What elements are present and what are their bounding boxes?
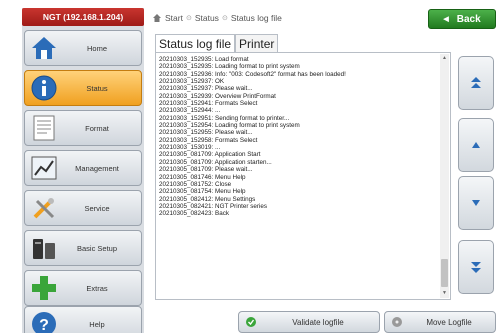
log-line: 20210303_152937: OK [159,78,225,86]
double-chevron-up-icon [471,77,481,88]
log-line: 20210303_152944: ... [159,107,221,115]
double-chevron-down-icon [471,262,481,273]
breadcrumb-separator-icon: ⊙ [185,15,192,22]
sidebar-item-label: Basic Setup [76,243,118,253]
sidebar-item-label: Help [89,319,105,329]
home-icon [32,37,56,59]
log-line: 20210303_152955: Please wait... [159,129,253,137]
sidebar-item-service[interactable]: Service [24,190,142,226]
log-line: 20210305_082421: NGT Printer series [159,202,268,210]
arrow-left-icon: ◀ [443,16,449,23]
breadcrumb: Start ⊙ Status ⊙ Status log file [152,9,285,27]
tab-printer[interactable]: Printer [235,34,279,53]
move-logfile-button[interactable]: Move Logfile [384,311,496,333]
log-line: 20210305_081709: Application Start [159,151,261,159]
scroll-up-button[interactable] [458,118,494,172]
back-button-label: Back [456,13,481,25]
move-logfile-label: Move Logfile [426,317,472,327]
help-icon: ? [32,312,56,333]
back-button[interactable]: ◀ Back [428,9,496,29]
validate-logfile-label: Validate logfile [292,317,344,327]
svg-text:?: ? [39,317,49,333]
log-text-area[interactable]: 20210303_152935: Load format 20210303_152… [159,56,439,296]
breadcrumb-status-log-file: Status log file [230,13,282,23]
log-line: 20210305_081752: Close [159,180,232,188]
log-line: 20210305_081754: Menu Help [159,188,246,196]
sidebar-item-label: Status [86,83,108,93]
management-icon [31,156,57,180]
scroll-down-button[interactable] [458,176,494,230]
log-line: 20210303_152939: Overview PrintFormat [159,92,276,100]
sidebar-item-extras[interactable]: Extras [24,270,142,306]
sidebar-item-label: Format [85,123,109,133]
log-line: 20210303_152941: Formats Select [159,100,258,108]
breadcrumb-start[interactable]: Start [165,13,183,23]
info-icon [31,75,57,101]
scrollbar-down-arrow-icon[interactable]: ▼ [440,289,449,298]
scrollbar-thumb[interactable] [441,259,448,287]
sidebar-item-label: Service [84,203,110,213]
log-line: 20210303_152937: Please wait... [159,85,253,93]
log-line: 20210303_152935: Loading format to print… [159,63,300,71]
tab-bar: Status log file Printer [155,34,279,53]
log-line: 20210303_152951: Sending format to print… [159,114,290,122]
log-line: 20210303_152936: Info: "003: Codesoft2" … [159,70,346,78]
breadcrumb-separator-icon: ⊙ [221,15,228,22]
log-panel: 20210303_152935: Load format 20210303_152… [155,52,451,300]
breadcrumb-status[interactable]: Status [195,13,219,23]
scrollbar-up-arrow-icon[interactable]: ▲ [440,54,449,63]
scroll-top-button[interactable] [458,56,494,110]
extras-icon [32,276,56,300]
format-icon [33,115,55,141]
log-scrollbar[interactable]: ▲ ▼ [440,54,449,298]
validate-logfile-button[interactable]: Validate logfile [238,311,380,333]
log-line: 20210303_152935: Load format [159,56,249,63]
log-line: 20210303_152958: Formats Select [159,136,258,144]
chevron-up-icon [472,142,480,148]
log-line: 20210305_081709: Please wait... [159,166,253,174]
sidebar-item-label: Home [86,43,107,53]
chevron-down-icon [472,200,480,206]
home-small-icon [153,14,161,22]
log-line: 20210305_081709: Application starten... [159,158,272,166]
log-line: 20210305_082423: Back [159,210,230,218]
basic-setup-icon [33,239,55,259]
disk-icon [392,317,402,327]
sidebar-item-basic-setup[interactable]: Basic Setup [24,230,142,266]
sidebar: NGT (192.168.1.204) Home Status Format M… [22,8,144,333]
tab-status-log-file[interactable]: Status log file [155,34,236,53]
sidebar-item-help[interactable]: ? Help [24,306,142,333]
sidebar-item-label: Management [75,163,119,173]
sidebar-item-status[interactable]: Status [24,70,142,106]
log-line: 20210303_152954: Loading format to print… [159,122,300,130]
service-icon [33,198,55,219]
sidebar-item-management[interactable]: Management [24,150,142,186]
device-title: NGT (192.168.1.204) [22,8,144,26]
log-line: 20210303_153019: ... [159,144,221,152]
sidebar-item-home[interactable]: Home [24,30,142,66]
sidebar-item-label: Extras [86,283,108,293]
sidebar-item-format[interactable]: Format [24,110,142,146]
scroll-bottom-button[interactable] [458,240,494,294]
check-icon [246,317,256,327]
log-line: 20210305_081746: Menu Help [159,173,246,181]
log-line: 20210305_082412: Menu Settings [159,195,256,203]
